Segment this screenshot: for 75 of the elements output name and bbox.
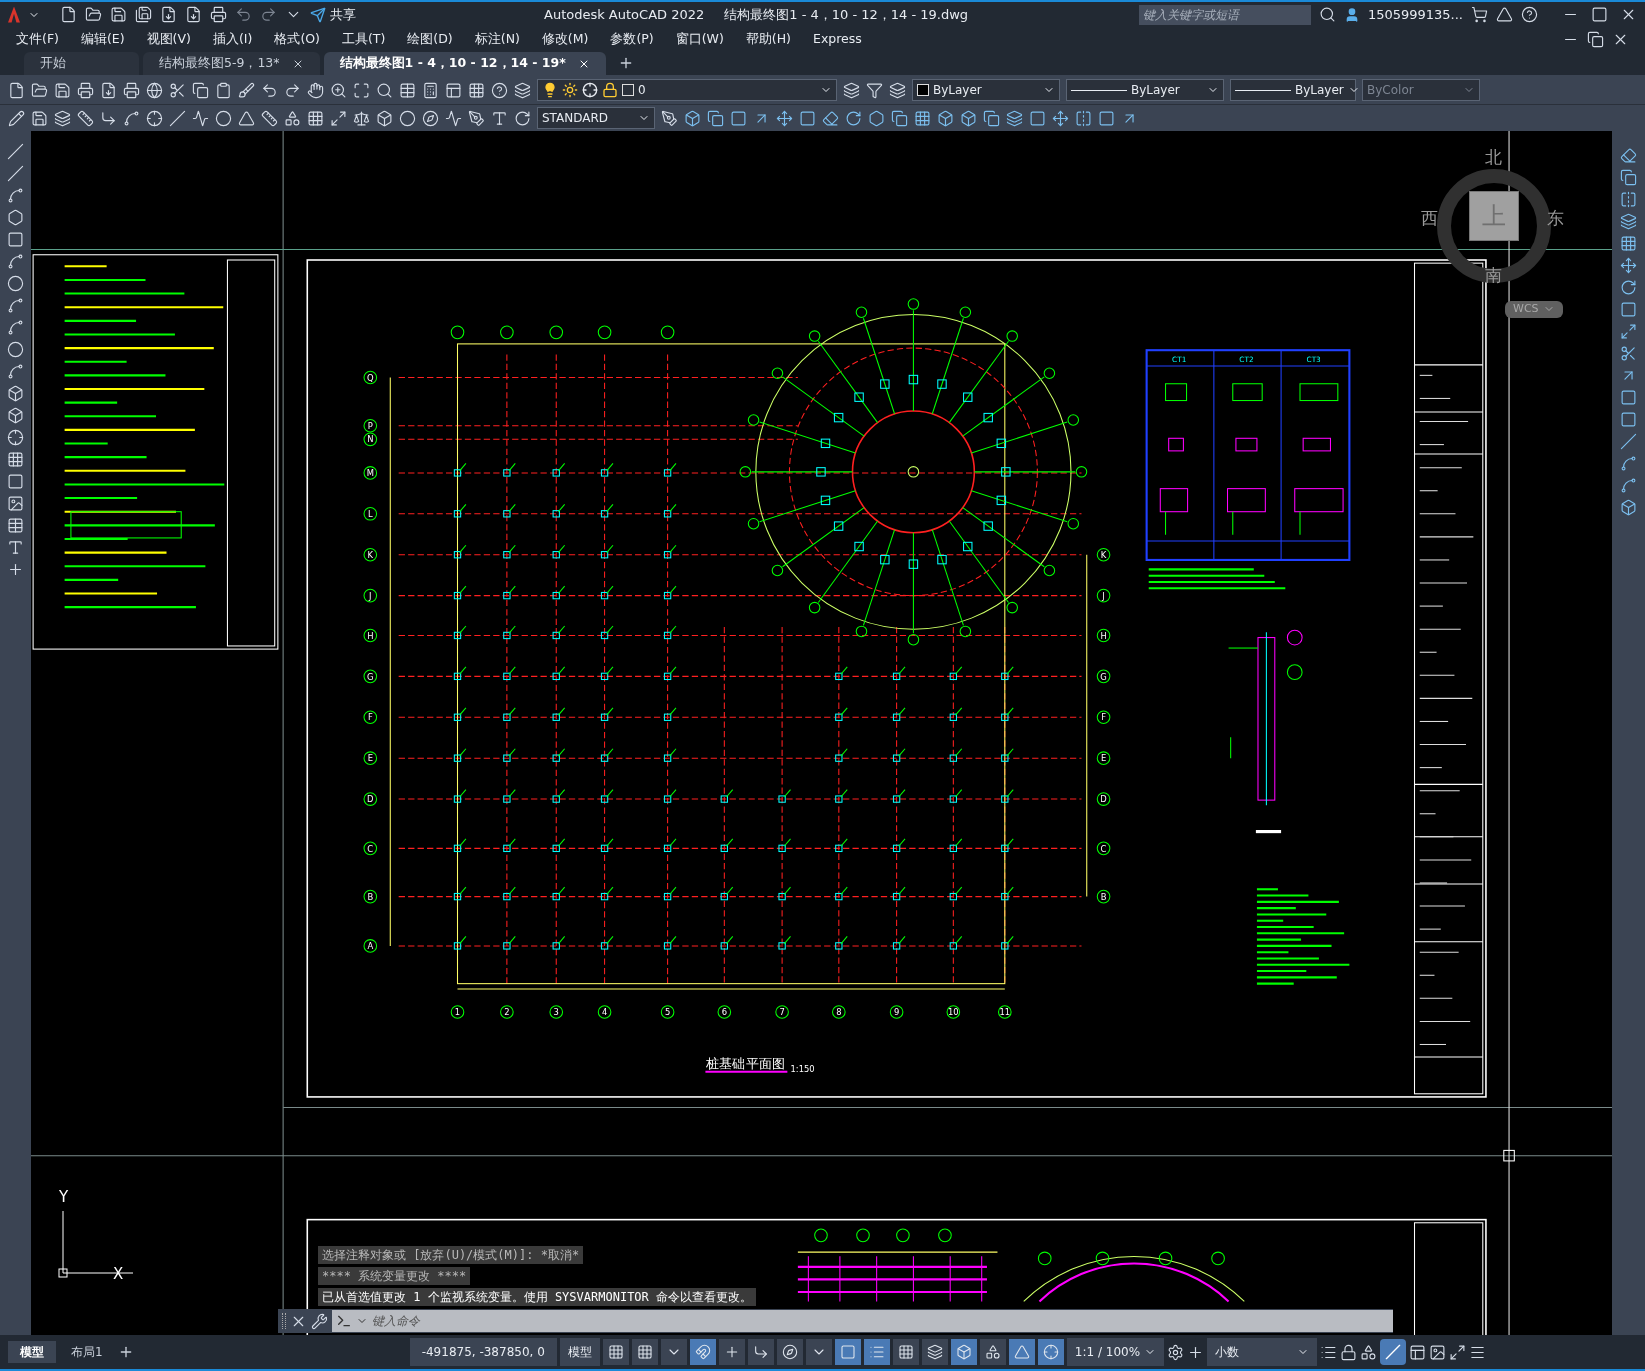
linetype-dropdown[interactable]: ByLayer	[1066, 79, 1224, 101]
menu-item[interactable]: 窗口(W)	[675, 29, 724, 49]
grid-bubble: C	[1096, 841, 1111, 856]
grid-bubble: B	[1096, 889, 1111, 904]
grid-bubble: 5	[660, 1005, 675, 1019]
grid-bubble: E	[1096, 751, 1111, 765]
menu-item[interactable]: 工具(T)	[341, 29, 386, 49]
menu-item[interactable]: 绘图(D)	[407, 29, 453, 49]
model-space-button[interactable]: 模型	[559, 1338, 600, 1366]
grid-bubble: 9	[889, 1005, 904, 1019]
menu-item[interactable]: 参数(P)	[610, 29, 654, 49]
compass-east[interactable]: 东	[1547, 206, 1564, 232]
units-dropdown[interactable]: 小数	[1207, 1338, 1318, 1366]
menu-item[interactable]: 标注(N)	[474, 29, 520, 49]
grid-bubble: L	[363, 507, 378, 521]
grid-bubble: J	[1096, 588, 1111, 603]
grid-bubble: B	[363, 889, 378, 904]
drawing-title: 桩基础平面图	[706, 1055, 785, 1071]
compass-south[interactable]: 南	[1485, 263, 1502, 289]
document-tab[interactable]: 结构最终图5-9，13*	[143, 52, 320, 75]
y-axis-label: Y	[59, 1187, 69, 1208]
menu-item[interactable]: 修改(M)	[541, 29, 589, 49]
grid-bubble: D	[363, 792, 378, 806]
grid-bubble: Q	[363, 370, 378, 385]
document-tab[interactable]: 结构最终图1 - 4，10 - 12，14 - 19*	[323, 52, 606, 75]
compass-west[interactable]: 西	[1421, 206, 1438, 232]
grid-bubble: N	[363, 432, 378, 447]
grid-bubble: J	[363, 588, 378, 603]
grid-bubble: K	[1096, 547, 1111, 562]
menu-item[interactable]: 视图(V)	[146, 29, 191, 49]
layout-tab[interactable]: 布局1	[59, 1341, 115, 1363]
grid-bubble: H	[363, 628, 378, 643]
grid-bubble: E	[363, 751, 378, 765]
x-axis-label: X	[113, 1264, 124, 1285]
app-title: Autodesk AutoCAD 2022	[544, 5, 705, 24]
layer-dropdown[interactable]: 0	[537, 79, 837, 101]
grid-bubble: 1	[450, 1005, 465, 1019]
user-account[interactable]: 1505999135...	[1367, 4, 1463, 25]
grid-bubble: 6	[717, 1005, 732, 1019]
drawing-scale: 1:150	[790, 1063, 815, 1074]
menu-item[interactable]: Express	[813, 29, 862, 49]
lineweight-dropdown[interactable]: ByLayer	[1230, 79, 1356, 101]
grid-bubble: 2	[500, 1005, 514, 1019]
text-style-dropdown[interactable]: STANDARD	[537, 107, 655, 129]
grid-bubble: 8	[832, 1005, 846, 1019]
file-title: 结构最终图1 - 4，10 - 12，14 - 19.dwg	[724, 5, 969, 24]
color-dropdown[interactable]: ByLayer	[912, 79, 1060, 101]
grid-bubble: F	[363, 710, 378, 725]
grid-bubble: A	[363, 939, 378, 953]
grid-bubble: G	[1096, 669, 1111, 684]
grid-bubble: H	[1096, 628, 1111, 643]
grid-bubble: 4	[597, 1005, 612, 1019]
grid-bubble: F	[1096, 710, 1111, 725]
menu-item[interactable]: 格式(O)	[274, 29, 320, 49]
coordinates-readout: -491875, -387850, 0	[409, 1338, 557, 1366]
grid-bubble: C	[363, 841, 378, 856]
document-tab[interactable]: 开始	[24, 52, 139, 75]
annotation-scale-dropdown[interactable]: 1:1 / 100%	[1066, 1338, 1165, 1366]
grid-bubble: D	[1096, 792, 1111, 806]
grid-bubble: M	[363, 466, 378, 480]
grid-bubble: 7	[775, 1005, 789, 1019]
grid-bubble: P	[363, 418, 378, 433]
menu-item[interactable]: 编辑(E)	[80, 29, 125, 49]
menu-item[interactable]: 插入(I)	[212, 29, 253, 49]
menu-item[interactable]: 文件(F)	[16, 29, 59, 49]
search-field[interactable]: 键入关键字或短语	[1138, 4, 1311, 25]
compass-north-label[interactable]: 北	[1485, 145, 1502, 171]
grid-bubble: 3	[549, 1005, 564, 1019]
grid-bubble: K	[363, 547, 378, 562]
grid-bubble: G	[363, 669, 378, 684]
share-button[interactable]: 共享	[310, 4, 356, 25]
grid-bubble: 11	[998, 1005, 1012, 1019]
layout-tab[interactable]: 模型	[8, 1341, 56, 1363]
grid-bubble: 10	[946, 1005, 961, 1019]
menu-item[interactable]: 帮助(H)	[745, 29, 791, 49]
